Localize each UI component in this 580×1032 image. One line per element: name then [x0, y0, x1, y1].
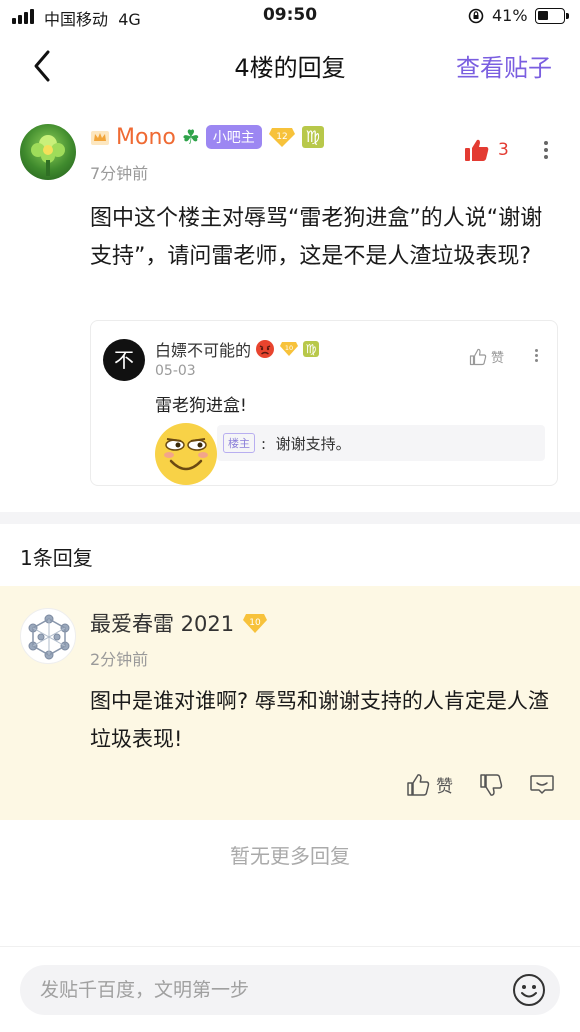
- comment-icon[interactable]: [529, 773, 555, 797]
- svg-text:12: 12: [276, 132, 287, 142]
- admin-badge: 小吧主: [205, 125, 262, 149]
- clover-icon: ☘: [181, 125, 200, 149]
- quoted-like-button[interactable]: 赞: [469, 347, 504, 366]
- quoted-author-row: 白嫖不可能的 10 ♍: [155, 337, 320, 361]
- quoted-avatar: 不: [103, 339, 145, 381]
- comment-input[interactable]: [20, 965, 560, 1015]
- like-button[interactable]: 3: [464, 138, 509, 162]
- svg-text:10: 10: [249, 618, 261, 628]
- virgo-zodiac-icon: ♍: [301, 126, 324, 148]
- section-divider: [0, 512, 580, 524]
- status-bar: 中国移动 4G 09:50 41%: [0, 0, 580, 34]
- nav-bar: 4楼的回复 查看贴子: [0, 34, 580, 98]
- quoted-text: 雷老狗进盒!: [155, 396, 247, 416]
- op-tag: 楼主: [223, 433, 255, 453]
- level-badge: 12: [268, 128, 295, 147]
- reply-time: 2分钟前: [90, 650, 149, 669]
- thumbs-up-icon: [407, 773, 430, 796]
- avatar[interactable]: [20, 124, 76, 180]
- level-badge: 10: [280, 342, 299, 356]
- view-post-link[interactable]: 查看贴子: [456, 48, 552, 83]
- main-post: Mono ☘ 小吧主 12 ♍ 7分钟前 3 图中这个楼主对辱骂“雷老狗进盒”的…: [0, 108, 580, 512]
- rotation-lock-icon: [468, 8, 484, 24]
- username[interactable]: Mono: [116, 125, 176, 150]
- author-row: Mono ☘ 小吧主 12 ♍: [90, 122, 324, 152]
- svg-text:10: 10: [285, 344, 293, 352]
- battery-icon: [535, 8, 569, 24]
- reply-item: 最爱春雷 2021 10 2分钟前 图中是谁对谁啊? 辱骂和谢谢支持的人肯定是人…: [0, 586, 580, 820]
- crown-icon: [91, 131, 109, 145]
- no-more-replies: 暂无更多回复: [230, 844, 350, 868]
- emoji-icon[interactable]: [512, 973, 546, 1007]
- thumbs-up-icon: [469, 348, 487, 365]
- quoted-reply: 楼主 : 谢谢支持。: [217, 425, 545, 461]
- comment-bar: [0, 946, 580, 1032]
- like-count: 3: [498, 140, 509, 160]
- quoted-time: 05-03: [155, 363, 196, 379]
- post-time: 7分钟前: [90, 164, 149, 183]
- thumbs-up-filled-icon: [465, 139, 489, 161]
- quoted-username: 白嫖不可能的: [155, 341, 252, 360]
- more-options-icon[interactable]: [536, 138, 556, 164]
- battery-percent: 41%: [492, 6, 528, 25]
- reply-actions: 赞: [406, 772, 555, 797]
- reply-author-row: 最爱春雷 2021 10: [90, 608, 268, 638]
- reply-username[interactable]: 最爱春雷 2021: [90, 608, 234, 638]
- level-badge: 10: [243, 614, 268, 633]
- quoted-more-icon[interactable]: [531, 347, 541, 364]
- angry-face-icon: [256, 340, 275, 358]
- avatar[interactable]: [20, 608, 76, 664]
- thumbs-down-icon[interactable]: [479, 773, 503, 797]
- reply-text: 图中是谁对谁啊? 辱骂和谢谢支持的人肯定是人渣垃圾表现!: [90, 689, 549, 751]
- reply-count: 1条回复: [20, 546, 93, 570]
- quoted-comment-card[interactable]: 不 白嫖不可能的 10 ♍ 05-03 赞 雷老狗进盒! 楼主: 谢谢支持。: [90, 320, 558, 486]
- reply-like-button[interactable]: 赞: [406, 772, 453, 797]
- virgo-zodiac-icon: ♍: [303, 341, 320, 357]
- smirk-face-icon: [155, 423, 217, 485]
- quoted-reply-text: : 谢谢支持。: [261, 434, 351, 453]
- post-text: 图中这个楼主对辱骂“雷老狗进盒”的人说“谢谢支持”，请问雷老师，这是不是人渣垃圾…: [90, 206, 543, 269]
